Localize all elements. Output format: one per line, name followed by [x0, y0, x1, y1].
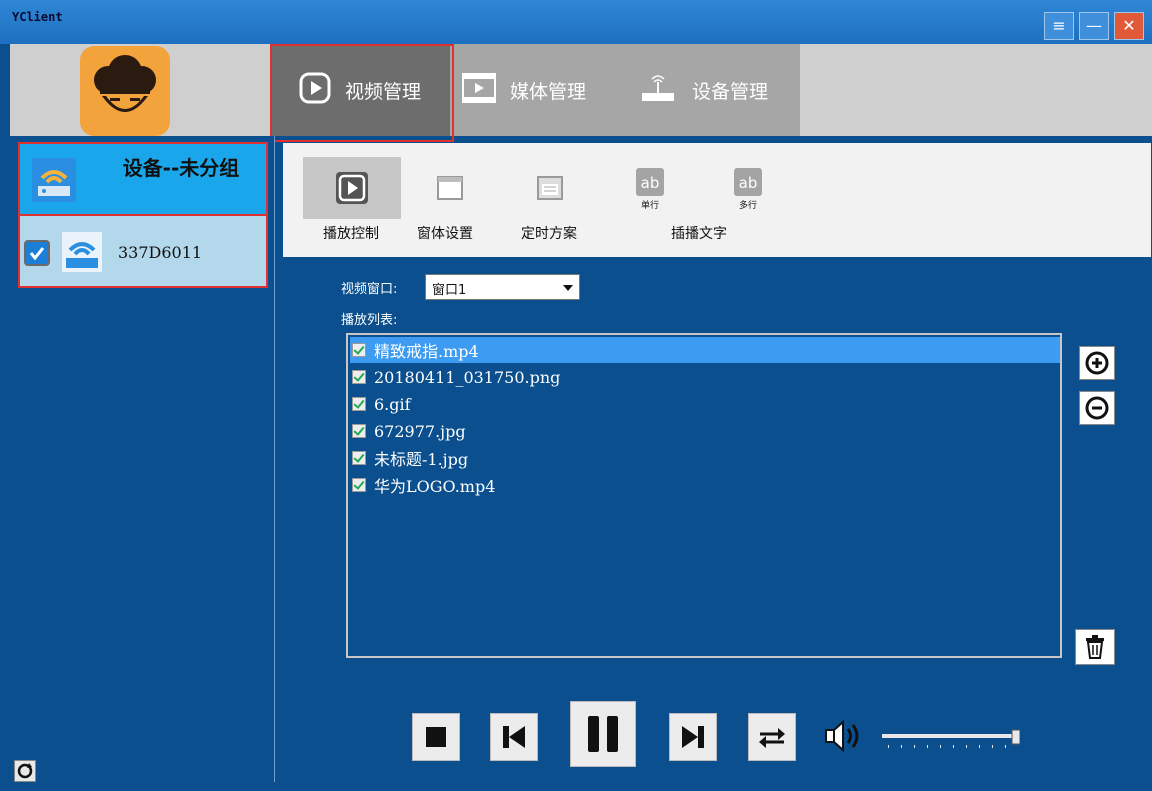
item-checkbox[interactable] [352, 370, 366, 384]
tool-play-control[interactable] [303, 157, 401, 219]
svg-text:ab: ab [641, 174, 660, 192]
volume-icon[interactable] [823, 716, 863, 760]
tab-label: 设备管理 [692, 80, 769, 103]
tab-label: 视频管理 [344, 80, 421, 103]
close-button[interactable]: ✕ [1114, 12, 1144, 40]
device-sidebar: 设备--未分组 337D6011 [10, 136, 275, 782]
item-name: 精致戒指.mp4 [374, 342, 479, 361]
tool-schedule[interactable] [501, 157, 599, 219]
film-icon [462, 72, 496, 108]
minimize-button[interactable]: — [1079, 12, 1109, 40]
device-name: 337D6011 [118, 243, 203, 262]
previous-button[interactable] [490, 713, 538, 761]
tab-device-management[interactable]: 设备管理 [638, 44, 808, 136]
tab-video-management[interactable]: 视频管理 [270, 44, 450, 136]
device-row[interactable]: 337D6011 [18, 214, 268, 288]
device-checkbox[interactable] [24, 240, 50, 266]
item-name: 20180411_031750.png [374, 367, 561, 387]
sub-toolbar: ab 单行 ab 多行 播放控制 窗体设置 定时方案 插播文字 [283, 143, 1151, 257]
delete-button[interactable] [1075, 629, 1115, 665]
trash-icon [1086, 635, 1104, 659]
menu-button[interactable]: ≡ [1044, 12, 1074, 40]
pause-button[interactable] [570, 701, 636, 767]
list-item[interactable]: 未标题-1.jpg [350, 445, 1060, 471]
video-window-select[interactable]: 窗口1 [425, 274, 580, 300]
tool-sublabel: 单行 [640, 200, 659, 211]
svg-text:ab: ab [739, 174, 758, 192]
item-name: 未标题-1.jpg [374, 450, 469, 469]
item-checkbox[interactable] [352, 343, 366, 357]
top-nav: 视频管理 媒体管理 设备管理 [10, 44, 1152, 136]
tool-label-window-settings: 窗体设置 [417, 226, 473, 242]
play-icon [336, 172, 368, 204]
nav-tabs: 视频管理 媒体管理 设备管理 [270, 44, 800, 136]
skip-next-icon [682, 726, 704, 748]
ab-text-icon: ab [734, 167, 762, 196]
minimize-icon: — [1086, 16, 1102, 35]
tool-window-settings[interactable] [401, 157, 499, 219]
tool-label-play-control: 播放控制 [323, 226, 379, 242]
list-item[interactable]: 华为LOGO.mp4 [350, 472, 1060, 498]
select-value: 窗口1 [432, 283, 467, 298]
tool-label-schedule: 定时方案 [521, 226, 577, 242]
item-checkbox[interactable] [352, 451, 366, 465]
item-name: 华为LOGO.mp4 [374, 477, 496, 496]
loop-button[interactable] [748, 713, 796, 761]
device-group-header[interactable]: 设备--未分组 [18, 142, 268, 216]
item-name: 6.gif [374, 394, 411, 414]
tab-label: 媒体管理 [510, 80, 587, 103]
remove-item-button[interactable] [1079, 391, 1115, 425]
plus-circle-icon [1085, 351, 1109, 375]
item-checkbox[interactable] [352, 478, 366, 492]
playlist[interactable]: 精致戒指.mp4 20180411_031750.png 6.gif 67297… [346, 333, 1062, 658]
router-icon [638, 73, 678, 108]
tool-multi-line[interactable]: ab 多行 [699, 157, 797, 219]
tool-single-line[interactable]: ab 单行 [601, 157, 699, 219]
add-item-button[interactable] [1079, 346, 1115, 380]
video-window-label: 视频窗口: [341, 282, 398, 297]
chevron-down-icon [563, 285, 573, 291]
volume-slider[interactable] [882, 729, 1021, 751]
window-title: YClient [12, 10, 63, 24]
window-icon [437, 176, 463, 200]
refresh-button[interactable] [14, 760, 36, 782]
list-item[interactable]: 6.gif [350, 391, 1060, 417]
slider-ticks [888, 745, 1006, 748]
pause-icon [588, 716, 618, 752]
tool-sublabel: 多行 [738, 200, 757, 211]
group-title: 设备--未分组 [122, 156, 240, 180]
play-icon [299, 72, 331, 109]
title-bar: YClient ≡ — ✕ [0, 0, 1152, 44]
item-name: 672977.jpg [374, 421, 466, 441]
list-item[interactable]: 672977.jpg [350, 418, 1060, 444]
stop-icon [426, 727, 446, 747]
next-button[interactable] [669, 713, 717, 761]
calendar-icon [537, 176, 563, 200]
app-logo [80, 46, 170, 136]
skip-previous-icon [503, 726, 525, 748]
hamburger-icon: ≡ [1052, 16, 1066, 35]
list-item[interactable]: 20180411_031750.png [350, 364, 1060, 390]
item-checkbox[interactable] [352, 424, 366, 438]
logo-area [10, 44, 268, 136]
tab-media-management[interactable]: 媒体管理 [462, 44, 622, 136]
minus-circle-icon [1085, 396, 1109, 420]
refresh-icon [17, 763, 33, 779]
close-icon: ✕ [1122, 16, 1136, 35]
stop-button[interactable] [412, 713, 460, 761]
router-icon [62, 232, 102, 276]
tool-label-insert-text: 插播文字 [671, 226, 727, 242]
router-icon [32, 158, 76, 206]
item-checkbox[interactable] [352, 397, 366, 411]
list-item[interactable]: 精致戒指.mp4 [350, 337, 1060, 363]
ab-text-icon: ab [636, 167, 664, 196]
main-panel: ab 单行 ab 多行 播放控制 窗体设置 定时方案 插播文字 视频窗口: 窗口… [283, 143, 1151, 783]
playlist-label: 播放列表: [341, 313, 398, 328]
repeat-icon [759, 728, 785, 748]
